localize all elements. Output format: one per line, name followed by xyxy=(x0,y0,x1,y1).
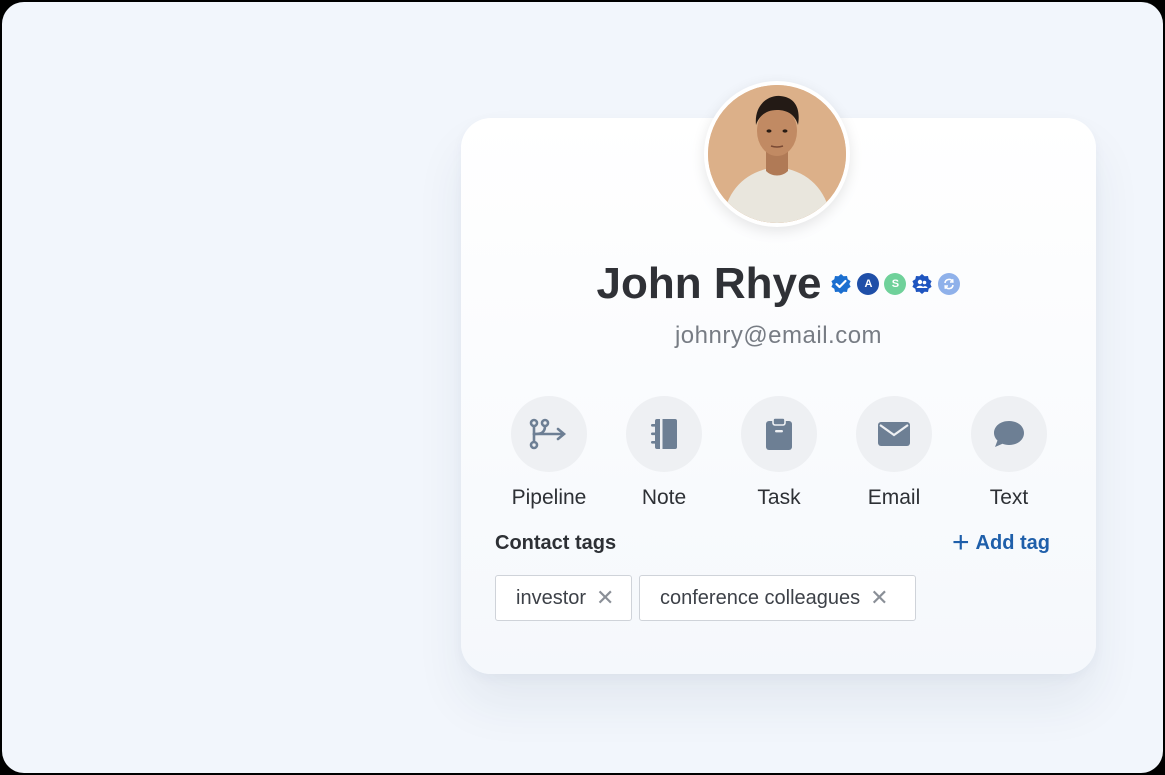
task-label: Task xyxy=(757,486,801,509)
note-button[interactable]: Note xyxy=(604,396,724,510)
text-label: Text xyxy=(989,486,1029,509)
email-label: Email xyxy=(867,486,921,509)
name-row: John Rhye A S xyxy=(461,258,1096,310)
tag-chip[interactable]: investor ✕ xyxy=(495,575,632,621)
verified-check-icon xyxy=(830,273,852,295)
task-button[interactable]: Task xyxy=(719,396,839,510)
email-button[interactable]: Email xyxy=(834,396,954,510)
a-badge-icon: A xyxy=(857,273,880,295)
close-icon[interactable]: ✕ xyxy=(596,585,614,611)
sync-badge-icon xyxy=(938,273,961,295)
contact-email: johnry@email.com xyxy=(674,322,883,349)
avatar xyxy=(704,81,850,227)
clipboard-icon xyxy=(741,396,817,472)
tag-chip[interactable]: conference colleagues ✕ xyxy=(639,575,916,621)
notebook-icon xyxy=(626,396,702,472)
group-badge-icon xyxy=(911,273,933,295)
chat-bubble-icon xyxy=(971,396,1047,472)
pipeline-button[interactable]: Pipeline xyxy=(489,396,609,510)
note-label: Note xyxy=(641,486,687,509)
s-badge-icon: S xyxy=(884,273,907,295)
add-tag-button[interactable]: + Add tag xyxy=(952,526,1050,559)
envelope-icon xyxy=(856,396,932,472)
pipeline-icon xyxy=(511,396,587,472)
text-button[interactable]: Text xyxy=(949,396,1069,510)
plus-icon: + xyxy=(952,526,970,559)
avatar-photo xyxy=(708,85,846,223)
close-icon[interactable]: ✕ xyxy=(870,585,888,611)
add-tag-label: Add tag xyxy=(975,531,1050,554)
pipeline-label: Pipeline xyxy=(511,486,587,509)
contact-name: John Rhye xyxy=(596,259,822,308)
tag-label: investor xyxy=(516,586,587,609)
tag-label: conference colleagues xyxy=(660,586,861,609)
contact-tags-title: Contact tags xyxy=(495,532,617,554)
